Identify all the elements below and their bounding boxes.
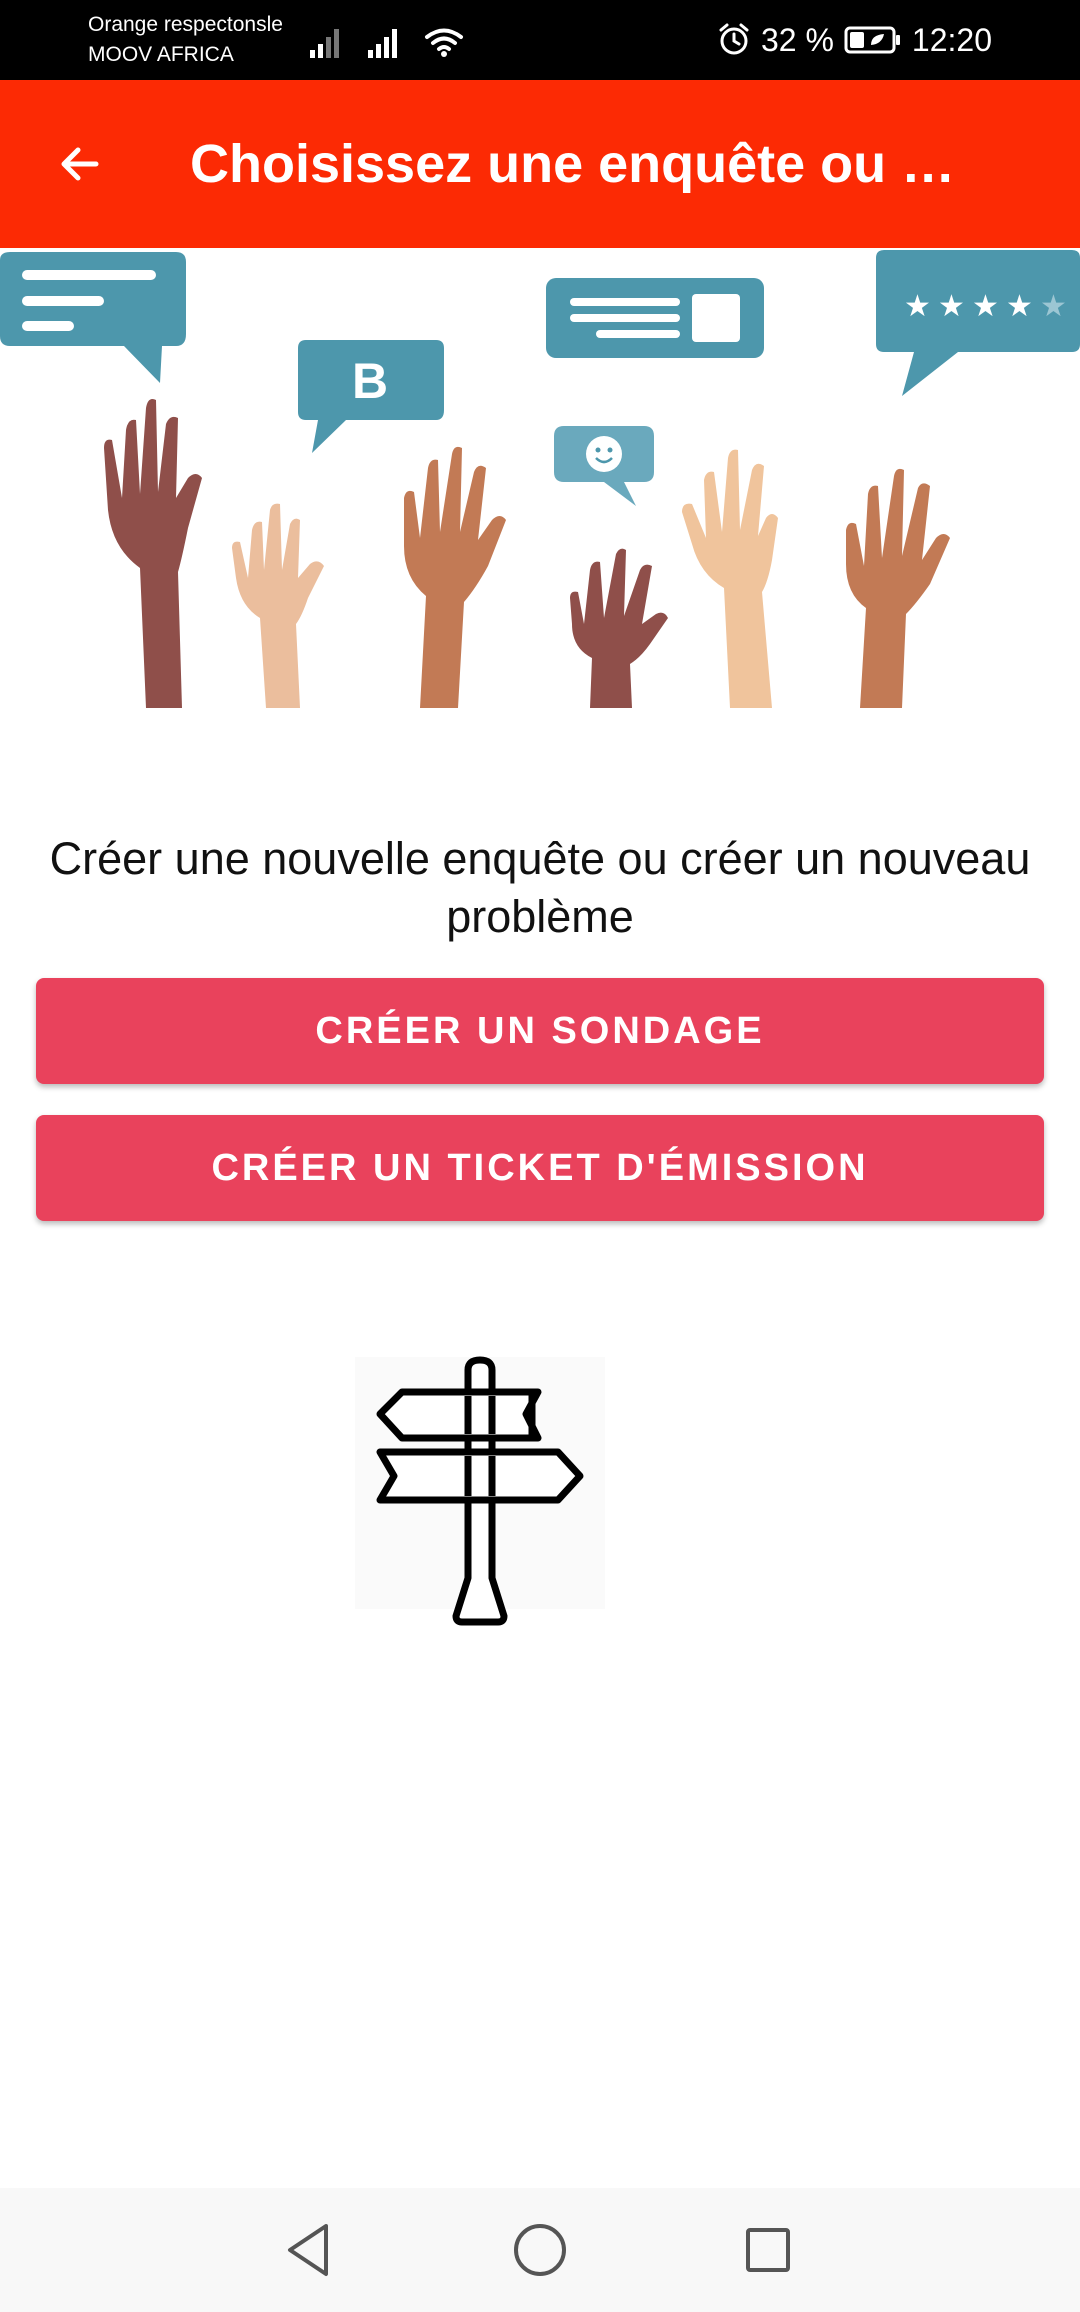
arrow-left-icon xyxy=(61,147,99,181)
status-right: 32 % 12:20 xyxy=(717,18,992,62)
raised-hands-illustration: B ★ ★ ★ ★ ★ xyxy=(0,250,1080,708)
svg-text:B: B xyxy=(352,353,388,409)
create-prompt: Créer une nouvelle enquête ou créer un n… xyxy=(49,833,1031,942)
status-bar: Orange respectonsle MOOV AFRICA 32 % 12:… xyxy=(0,0,1080,80)
create-survey-button[interactable]: CRÉER UN SONDAGE xyxy=(36,978,1044,1084)
page-title: Choisissez une enquête ou … xyxy=(190,134,956,194)
svg-text:★: ★ xyxy=(1040,289,1067,324)
nav-back-button[interactable] xyxy=(268,2210,348,2290)
carrier-info: Orange respectonsle MOOV AFRICA xyxy=(88,10,283,70)
svg-text:★: ★ xyxy=(938,289,965,324)
signal-weak-icon xyxy=(310,29,339,58)
nav-recents-button[interactable] xyxy=(728,2210,808,2290)
svg-text:★: ★ xyxy=(1006,289,1033,324)
back-button[interactable] xyxy=(40,124,120,204)
speech-bubble-smiley-icon xyxy=(554,426,654,506)
wifi-icon xyxy=(425,28,463,57)
signal-full-icon xyxy=(368,29,397,58)
battery-icon xyxy=(844,26,900,54)
recents-square-icon xyxy=(746,2228,790,2272)
app-bar: Choisissez une enquête ou … xyxy=(0,80,1080,248)
speech-bubble-b-icon: B xyxy=(298,340,444,453)
nav-home-button[interactable] xyxy=(500,2210,580,2290)
home-circle-icon xyxy=(514,2224,566,2276)
speech-bubble-rating-icon: ★ ★ ★ ★ ★ xyxy=(876,250,1080,396)
battery-percent: 32 % xyxy=(760,21,834,58)
speech-bubble-card-icon xyxy=(546,278,764,358)
carrier-line-1: Orange respectonsle xyxy=(88,13,283,36)
status-icons xyxy=(308,22,464,58)
svg-text:★: ★ xyxy=(904,289,931,324)
alarm-icon xyxy=(719,23,749,55)
system-nav-bar xyxy=(0,2188,1080,2312)
signpost-icon xyxy=(355,1356,605,1626)
raised-hands xyxy=(104,399,950,708)
carrier-line-2: MOOV AFRICA xyxy=(88,43,234,66)
back-triangle-icon xyxy=(288,2224,328,2276)
speech-bubble-text-icon xyxy=(0,252,186,383)
create-ticket-button[interactable]: CRÉER UN TICKET D'ÉMISSION xyxy=(36,1115,1044,1221)
svg-text:★: ★ xyxy=(972,289,999,324)
clock: 12:20 xyxy=(911,21,992,58)
